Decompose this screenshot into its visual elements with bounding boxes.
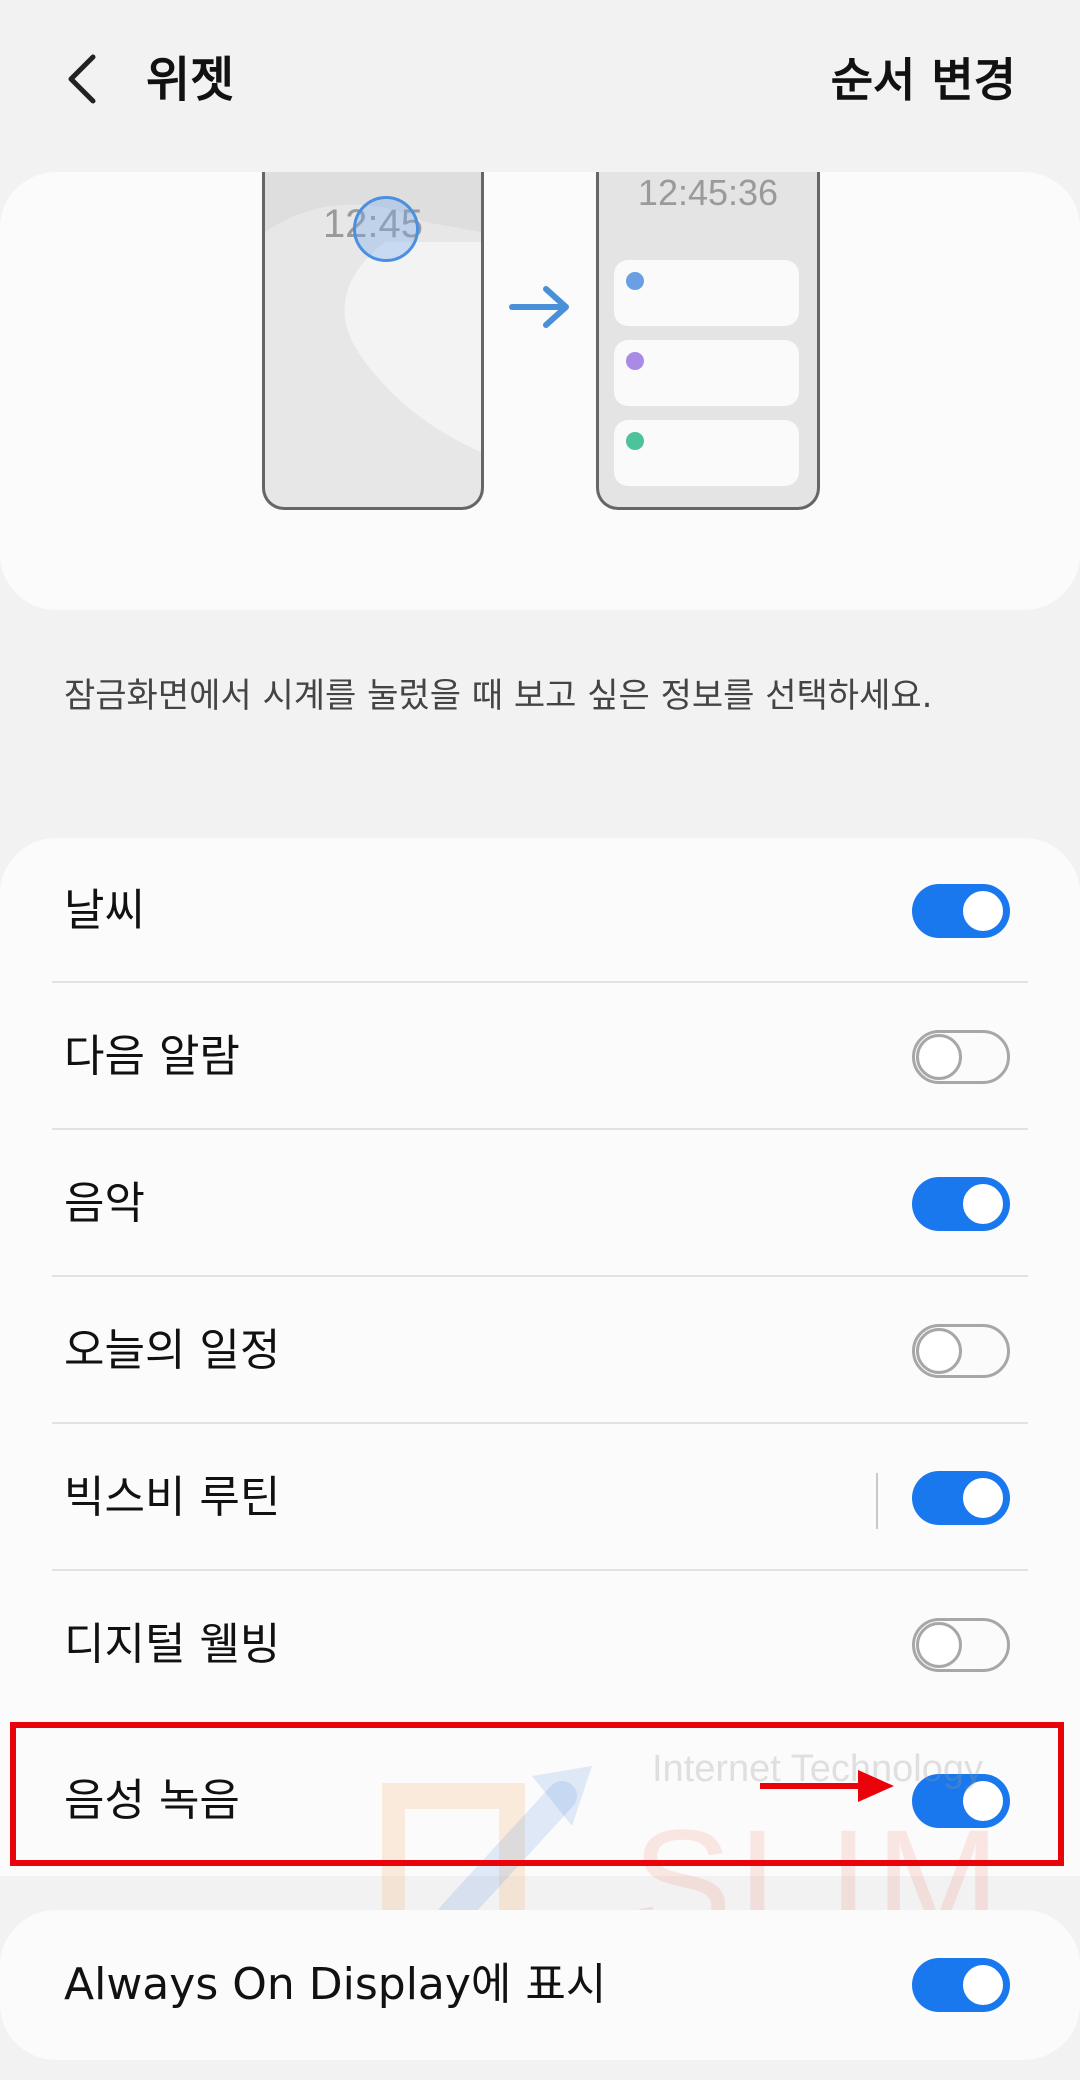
divider xyxy=(52,1128,1028,1130)
chevron-left-icon xyxy=(68,54,96,104)
page-title: 위젯 xyxy=(146,52,235,108)
widget-dot-icon xyxy=(626,432,644,450)
preview-illustration: 12:45 12:45:36 xyxy=(0,172,1080,610)
widget-dot-icon xyxy=(626,272,644,290)
music-toggle[interactable] xyxy=(912,1177,1010,1231)
widget-dot-icon xyxy=(626,352,644,370)
list-item-label: 디지털 웰빙 xyxy=(64,1619,281,1670)
list-item-label: 오늘의 일정 xyxy=(64,1325,281,1376)
list-item-label: 음악 xyxy=(64,1178,145,1229)
divider xyxy=(52,1422,1028,1424)
list-item-label: 빅스비 루틴 xyxy=(64,1472,281,1523)
widget-card xyxy=(614,340,799,406)
toggle-knob xyxy=(916,1328,962,1374)
lockscreen-phone-illustration: 12:45 xyxy=(262,172,484,510)
divider xyxy=(52,981,1028,983)
aod-setting-card[interactable]: Always On Display에 표시 xyxy=(0,1910,1080,2060)
widget-phone-illustration: 12:45:36 xyxy=(596,172,820,510)
toggle-knob xyxy=(916,1034,962,1080)
bixby-routines-toggle[interactable] xyxy=(912,1471,1010,1525)
list-item-label: 다음 알람 xyxy=(64,1031,240,1082)
list-item-weather[interactable]: 날씨 xyxy=(0,838,1080,984)
list-item-bixby-routines[interactable]: 빅스비 루틴 xyxy=(0,1425,1080,1571)
toggle-knob xyxy=(916,1622,962,1668)
digital-wellbeing-toggle[interactable] xyxy=(912,1618,1010,1672)
weather-toggle[interactable] xyxy=(912,884,1010,938)
widget-card xyxy=(614,420,799,486)
divider xyxy=(52,1569,1028,1571)
app-bar: 위젯 순서 변경 xyxy=(0,0,1080,160)
toggle-knob xyxy=(960,1475,1006,1521)
tap-indicator-icon xyxy=(353,196,419,262)
list-item-label: 날씨 xyxy=(64,885,145,936)
arrow-right-icon xyxy=(509,286,569,328)
toggle-knob xyxy=(960,1962,1006,2008)
back-button[interactable] xyxy=(48,44,118,114)
red-arrow-icon xyxy=(760,1770,894,1802)
description-text: 잠금화면에서 시계를 눌렀을 때 보고 싶은 정보를 선택하세요. xyxy=(64,676,933,716)
widget-card xyxy=(614,260,799,326)
divider xyxy=(52,1275,1028,1277)
list-item-next-alarm[interactable]: 다음 알람 xyxy=(0,984,1080,1130)
toggle-knob xyxy=(960,888,1006,934)
aod-label: Always On Display에 표시 xyxy=(64,1959,607,2010)
widget-list: 날씨 다음 알람 음악 오늘의 일정 빅스비 루틴 디지털 웰빙 음성 녹음 xyxy=(0,838,1080,1876)
today-schedule-toggle[interactable] xyxy=(912,1324,1010,1378)
aod-toggle[interactable] xyxy=(912,1958,1010,2012)
next-alarm-toggle[interactable] xyxy=(912,1030,1010,1084)
toggle-knob xyxy=(960,1181,1006,1227)
list-item-today-schedule[interactable]: 오늘의 일정 xyxy=(0,1278,1080,1424)
widget-clock: 12:45:36 xyxy=(637,172,779,213)
highlight-box xyxy=(10,1722,1064,1866)
reorder-button[interactable]: 순서 변경 xyxy=(831,48,1016,112)
vertical-divider xyxy=(876,1473,878,1529)
list-item-digital-wellbeing[interactable]: 디지털 웰빙 xyxy=(0,1572,1080,1718)
list-item-music[interactable]: 음악 xyxy=(0,1131,1080,1277)
